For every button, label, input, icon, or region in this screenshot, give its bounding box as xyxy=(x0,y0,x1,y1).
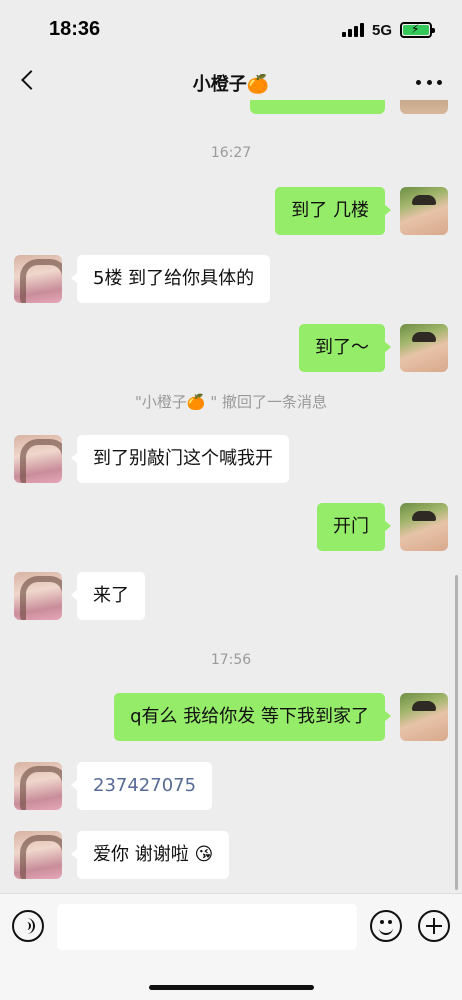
my-avatar[interactable] xyxy=(400,693,448,741)
message-bubble-received[interactable]: 爱你 谢谢啦 😘 xyxy=(70,831,230,879)
message-bubble-sent[interactable]: 到了～ xyxy=(299,324,391,372)
contact-avatar[interactable] xyxy=(14,762,62,810)
contact-avatar[interactable] xyxy=(14,831,62,879)
message-bubble-received[interactable]: 来了 xyxy=(71,572,145,620)
signal-icon xyxy=(341,23,364,37)
network-type: 5G xyxy=(371,21,392,39)
recall-notice: "小橙子🍊 " 撤回了一条消息 xyxy=(134,393,327,411)
battery-icon: ⚡ xyxy=(400,22,435,38)
message-input[interactable] xyxy=(57,904,357,950)
message-bubble-received[interactable]: 5楼 到了给你具体的 xyxy=(70,255,271,303)
input-bar xyxy=(0,893,462,1000)
voice-input-icon[interactable] xyxy=(12,910,44,942)
message-bubble-partial[interactable] xyxy=(250,100,385,114)
message-bubble-received-link[interactable]: 237427075 xyxy=(70,762,213,810)
timestamp: 16:27 xyxy=(210,145,252,161)
message-bubble-sent[interactable]: q有么 我给你发 等下我到家了 xyxy=(114,693,391,741)
timestamp: 17:56 xyxy=(210,652,252,668)
status-bar: 18:36 5G ⚡ xyxy=(0,0,462,56)
contact-avatar[interactable] xyxy=(14,572,62,620)
my-avatar-partial[interactable] xyxy=(400,100,448,114)
message-bubble-sent[interactable]: 到了 几楼 xyxy=(275,187,391,235)
scrollbar[interactable] xyxy=(455,575,458,890)
contact-avatar[interactable] xyxy=(14,255,62,303)
more-options-icon[interactable] xyxy=(416,72,442,92)
my-avatar[interactable] xyxy=(400,503,448,551)
plus-icon[interactable] xyxy=(418,910,450,942)
emoji-icon[interactable] xyxy=(370,910,402,942)
home-indicator[interactable] xyxy=(149,985,314,990)
status-indicators: 5G ⚡ xyxy=(341,21,435,39)
contact-avatar[interactable] xyxy=(14,435,62,483)
chat-title: 小橙子🍊 xyxy=(192,74,270,95)
my-avatar[interactable] xyxy=(400,324,448,372)
message-bubble-received[interactable]: 到了别敲门这个喊我开 xyxy=(71,435,289,483)
chat-header: 小橙子🍊 xyxy=(0,56,462,108)
message-bubble-sent[interactable]: 开门 xyxy=(317,503,391,551)
status-time: 18:36 xyxy=(49,18,101,40)
my-avatar[interactable] xyxy=(400,187,448,235)
